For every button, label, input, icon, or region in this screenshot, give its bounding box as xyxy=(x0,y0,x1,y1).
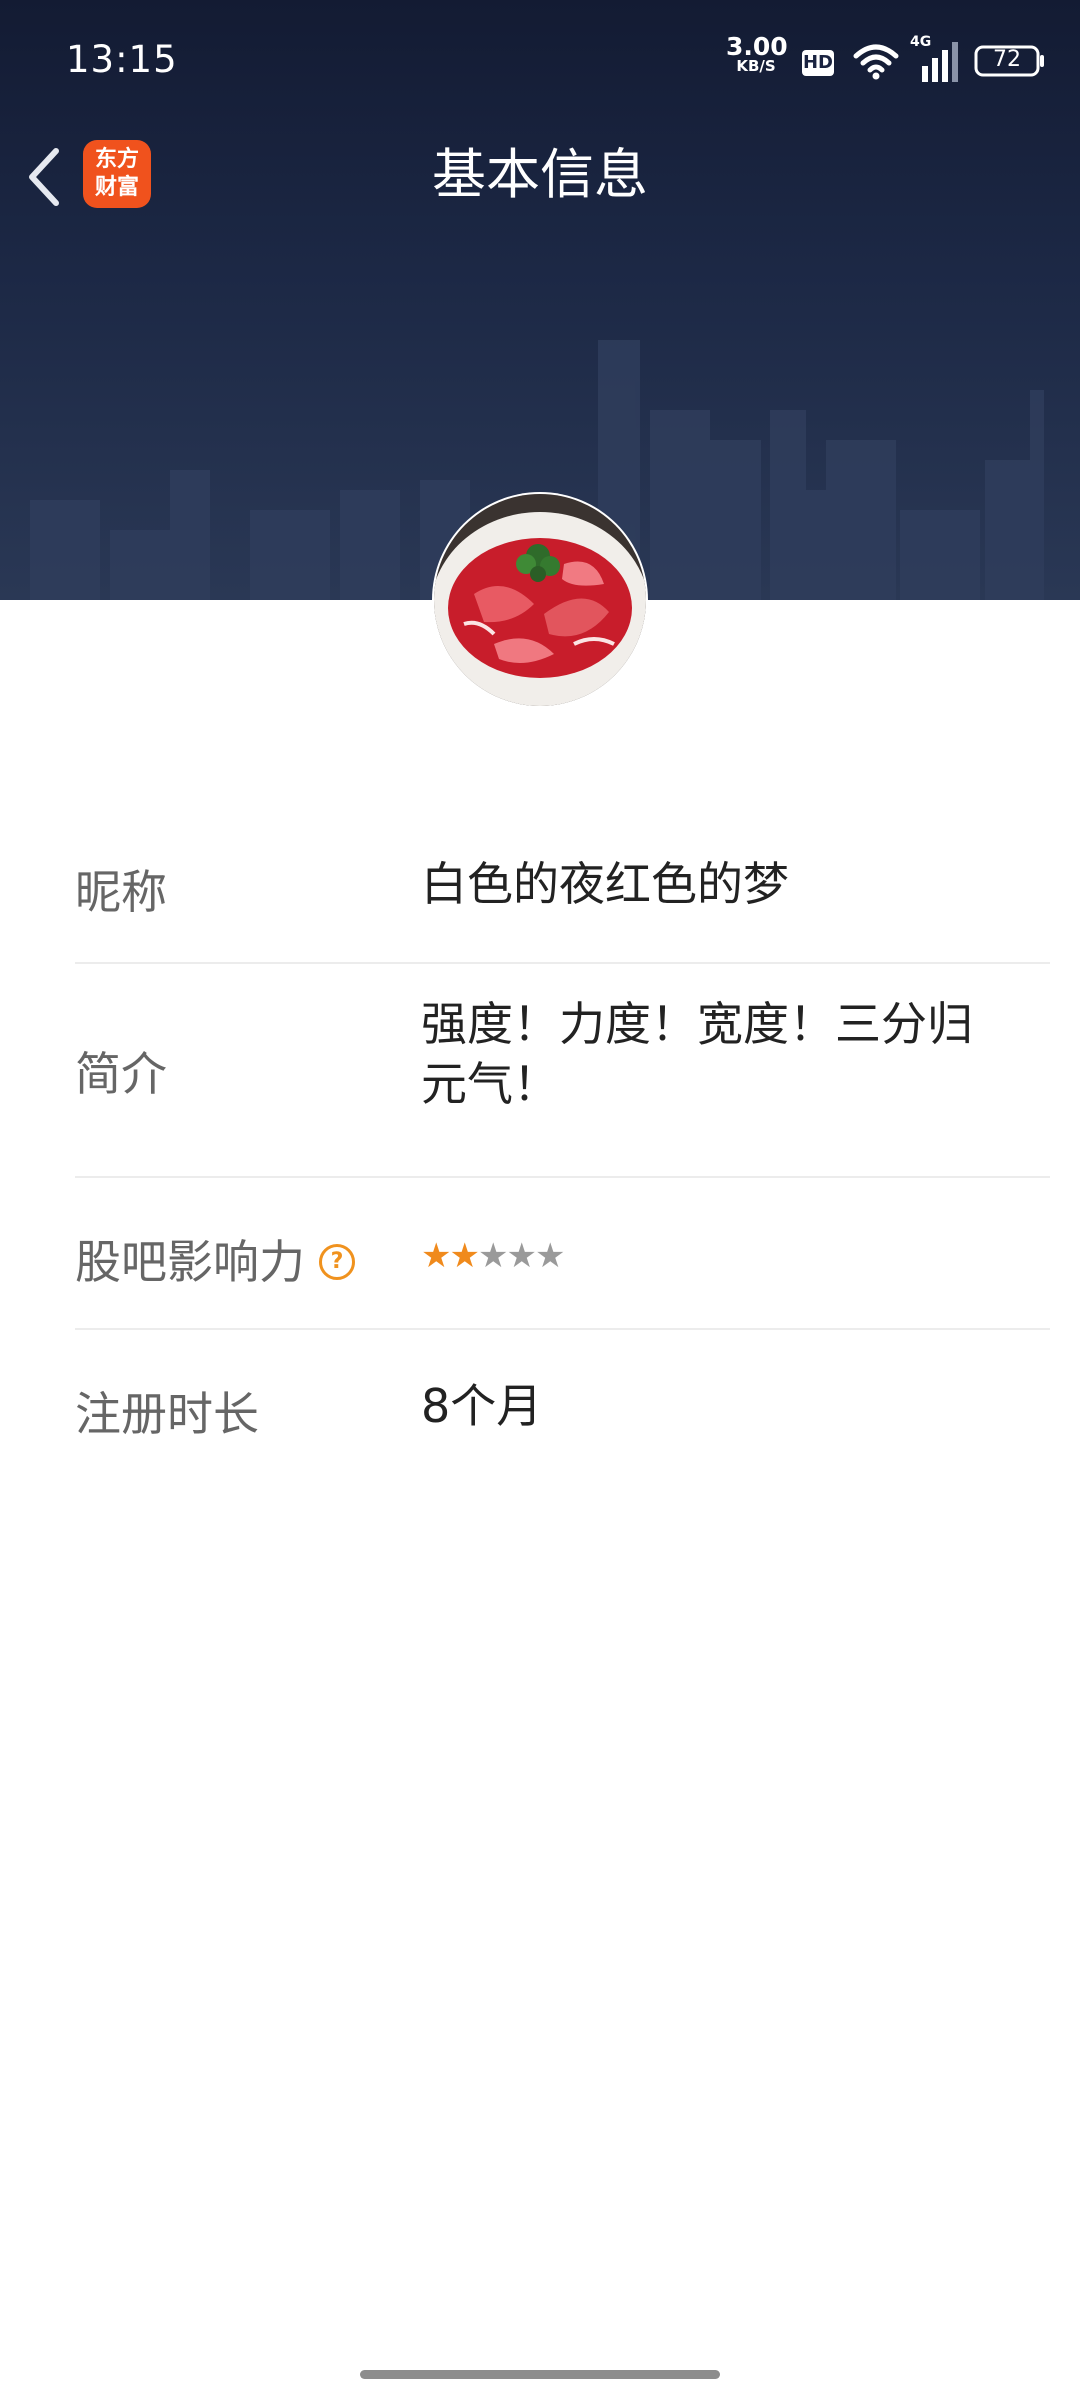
profile-info-list: 昵称 白色的夜红色的梦 简介 强度！力度！宽度！三分归元气！ 股吧影响力? ★★… xyxy=(75,820,1050,1480)
intro-value: 强度！力度！宽度！三分归元气！ xyxy=(421,997,973,1111)
page-title: 基本信息 xyxy=(432,143,648,206)
registration-value: 8个月 xyxy=(421,1379,543,1433)
info-row-registration: 注册时长 8个月 xyxy=(75,1330,1050,1480)
battery-level: 72 xyxy=(993,47,1021,72)
influence-rating: ★★★★★ xyxy=(421,1236,566,1276)
avatar-image xyxy=(434,494,646,706)
star-empty-icon: ★ xyxy=(534,1236,566,1276)
intro-label: 简介 xyxy=(75,1047,167,1101)
star-empty-icon: ★ xyxy=(506,1236,537,1276)
network-speed: 3.00 KB/S xyxy=(726,34,788,74)
help-icon[interactable]: ? xyxy=(319,1243,355,1280)
registration-label: 注册时长 xyxy=(75,1387,259,1441)
star-empty-icon: ★ xyxy=(477,1236,509,1276)
avatar[interactable] xyxy=(434,494,646,706)
status-icons: 3.00 KB/S HD 4G 72 xyxy=(680,34,1080,88)
influence-label: 股吧影响力? xyxy=(75,1226,355,1292)
hd-icon: HD xyxy=(802,50,834,76)
wifi-icon xyxy=(853,44,899,80)
star-filled-icon: ★ xyxy=(421,1236,452,1276)
signal-type: 4G xyxy=(910,34,932,50)
nickname-label: 昵称 xyxy=(75,865,167,919)
info-row-nickname: 昵称 白色的夜红色的梦 xyxy=(75,820,1050,964)
star-filled-icon: ★ xyxy=(449,1236,480,1276)
status-bar: 13:15 3.00 KB/S HD 4G 72 xyxy=(0,0,1080,120)
influence-label-text: 股吧影响力 xyxy=(75,1235,305,1289)
info-row-influence: 股吧影响力? ★★★★★ xyxy=(75,1178,1050,1330)
home-indicator[interactable] xyxy=(360,2370,720,2379)
nickname-value: 白色的夜红色的梦 xyxy=(421,857,789,911)
info-row-intro: 简介 强度！力度！宽度！三分归元气！ xyxy=(75,964,1050,1178)
status-time: 13:15 xyxy=(66,38,178,81)
